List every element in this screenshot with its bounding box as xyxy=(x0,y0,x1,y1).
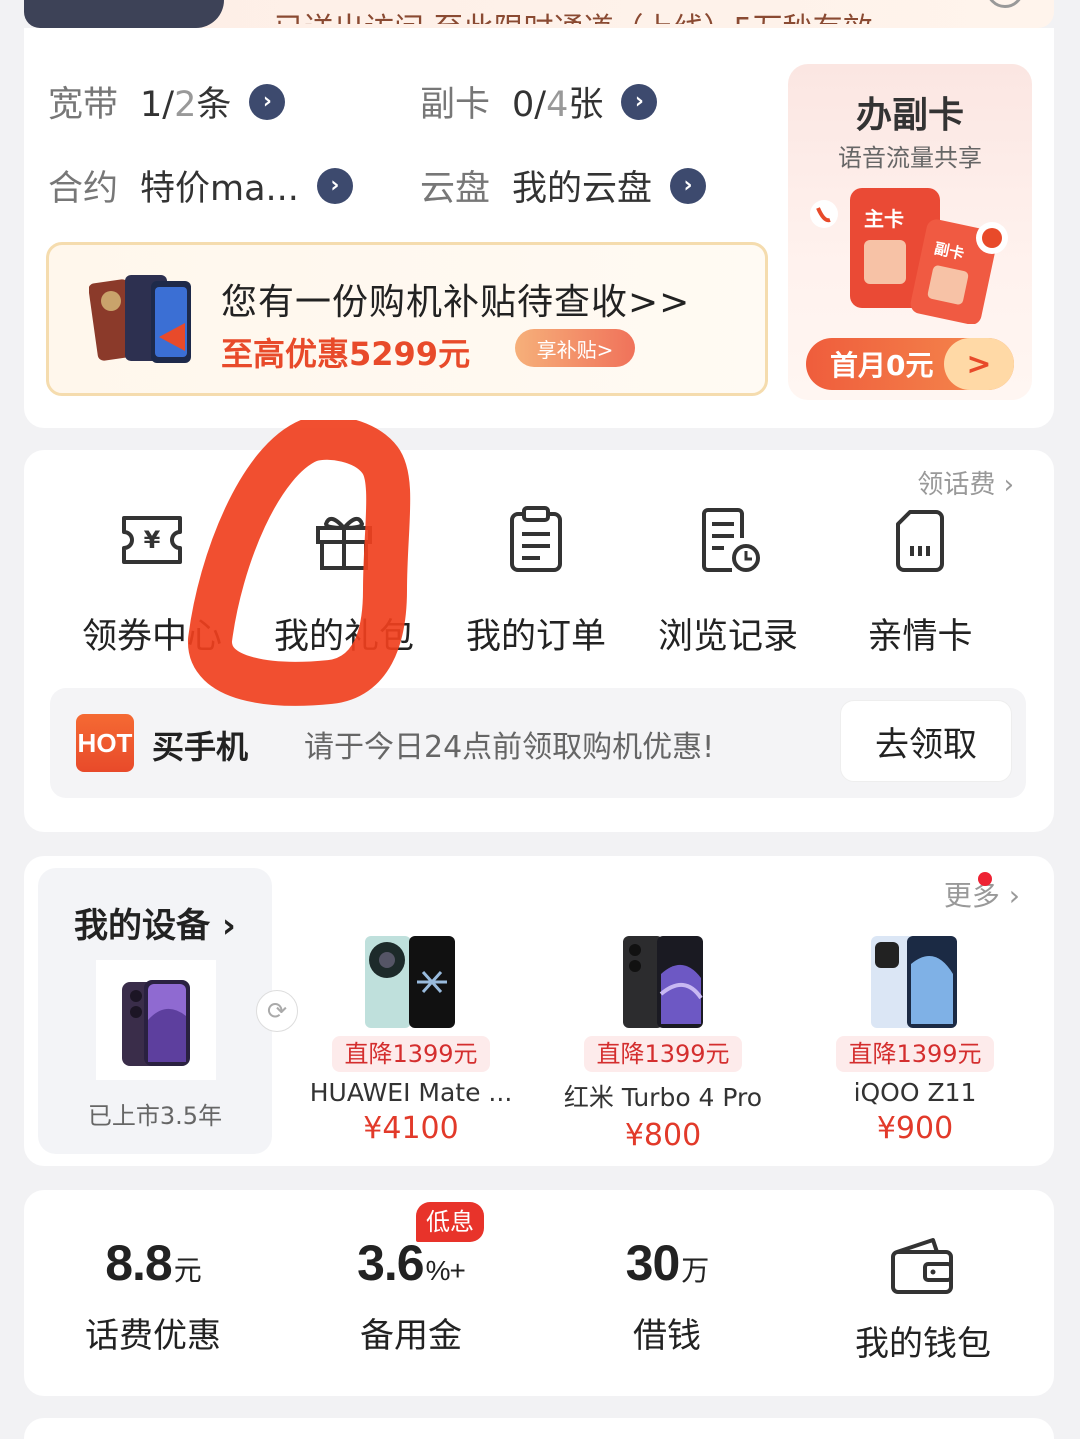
next-card-partial xyxy=(24,1418,1054,1439)
tool-label: 我的礼包 xyxy=(273,617,414,657)
finance-item-reserve[interactable]: 3.6%+ 备用金 xyxy=(286,1234,536,1357)
my-device-title[interactable]: 我的设备 › xyxy=(74,898,236,947)
stat-vice-card[interactable]: 副卡 0/4张 › xyxy=(420,76,658,127)
claim-button[interactable]: 去领取 xyxy=(840,700,1012,782)
stat-value: 我的云盘 xyxy=(512,169,653,209)
tool-label: 浏览记录 xyxy=(657,617,798,657)
wallet-icon xyxy=(891,1238,953,1294)
chevron-right-icon[interactable]: › xyxy=(316,167,353,204)
devices-card: 我的设备 › 已上市3.5年 ⟳ 更多 › 直降1399元 HUAWEI Mat… xyxy=(24,856,1054,1166)
finance-label: 借钱 xyxy=(633,1316,701,1356)
tool-browse-history[interactable]: 浏览记录 xyxy=(638,504,818,659)
gift-icon xyxy=(316,516,372,570)
product-name: 红米 Turbo 4 Pro xyxy=(563,1083,763,1112)
stat-key: 宽带 xyxy=(48,85,119,125)
subsidy-title: 您有一份购机补贴待查收>> xyxy=(221,282,691,323)
finance-value: 3.6%+ xyxy=(357,1235,466,1291)
device-age: 已上市3.5年 xyxy=(87,1102,223,1130)
hot-desc: 请于今日24点前领取购机优惠! xyxy=(304,730,715,765)
product-image xyxy=(871,936,957,1028)
subsidy-banner[interactable]: 您有一份购机补贴待查收>> 至高优惠5299元 享补贴> xyxy=(46,242,768,396)
tool-coupon-center[interactable]: ¥ 领券中心 xyxy=(62,504,242,659)
finance-label: 话费优惠 xyxy=(85,1316,221,1356)
product-card[interactable]: 直降1399元 iQOO Z11 ¥900 xyxy=(790,934,1040,1146)
discount-badge: 直降1399元 xyxy=(332,1036,490,1072)
product-card[interactable]: 直降1399元 HUAWEI Mate ... ¥4100 xyxy=(286,934,536,1146)
tool-family-card[interactable]: 亲情卡 xyxy=(830,504,1010,659)
finance-value: 30万 xyxy=(625,1235,710,1291)
vice-button-arrow: > xyxy=(944,338,1014,390)
banner-tag xyxy=(24,0,224,28)
product-card[interactable]: 直降1399元 红米 Turbo 4 Pro ¥800 xyxy=(538,934,788,1153)
svg-text:¥: ¥ xyxy=(144,526,161,554)
tool-label: 我的订单 xyxy=(465,617,606,657)
notification-dot xyxy=(978,872,992,886)
tool-my-gift[interactable]: 我的礼包 xyxy=(254,504,434,659)
stat-value: 特价ma... xyxy=(140,169,299,209)
stat-broadband[interactable]: 宽带 1/2条 › xyxy=(48,76,286,127)
tool-my-orders[interactable]: 我的订单 xyxy=(446,504,626,659)
finance-label: 备用金 xyxy=(360,1316,462,1356)
hot-phone-bar[interactable]: HOT 买手机 请于今日24点前领取购机优惠! 去领取 xyxy=(50,688,1026,798)
vice-title: 办副卡 xyxy=(855,95,964,136)
my-device-box[interactable]: 我的设备 › 已上市3.5年 xyxy=(38,868,272,1154)
vice-subtitle: 语音流量共享 xyxy=(838,144,982,172)
tools-card: 领话费 › ¥ 领券中心 我的礼包 我的订单 浏览记录 亲情卡 HOT 买手机 … xyxy=(24,450,1054,832)
stat-key: 云盘 xyxy=(420,169,491,209)
main-card-label: 主卡 xyxy=(864,207,904,231)
stat-value: 1/2条 xyxy=(140,85,232,125)
discount-badge: 直降1399元 xyxy=(584,1036,742,1072)
finance-item-bill-discount[interactable]: 8.8元 话费优惠 xyxy=(28,1234,278,1357)
stat-cloud[interactable]: 云盘 我的云盘 › xyxy=(420,160,707,211)
stat-value: 0/4张 xyxy=(512,85,604,125)
tool-label: 亲情卡 xyxy=(867,617,973,657)
top-banner[interactable]: 已送出访问 至此限时通道（上线）5万秒有效... xyxy=(24,0,1054,28)
product-price: ¥4100 xyxy=(363,1111,459,1146)
chevron-right-icon[interactable]: › xyxy=(249,83,286,120)
history-icon xyxy=(702,508,760,572)
discount-badge: 直降1399元 xyxy=(836,1036,994,1072)
product-price: ¥900 xyxy=(876,1111,954,1146)
product-name: iQOO Z11 xyxy=(853,1078,977,1107)
product-price: ¥800 xyxy=(624,1118,702,1153)
tool-label: 领券中心 xyxy=(81,617,222,657)
coupon-icon: ¥ xyxy=(122,516,182,564)
stat-key: 副卡 xyxy=(420,85,491,125)
order-icon xyxy=(510,506,562,572)
hot-badge: HOT xyxy=(76,714,134,772)
finance-item-wallet[interactable]: 我的钱包 xyxy=(798,1234,1048,1365)
product-image xyxy=(365,936,455,1028)
chevron-right-icon[interactable]: › xyxy=(670,167,707,204)
finance-value: 8.8元 xyxy=(105,1235,202,1291)
phones-image xyxy=(89,275,191,363)
product-name: HUAWEI Mate ... xyxy=(309,1078,513,1107)
my-device-image xyxy=(96,960,216,1080)
subsidy-desc: 至高优惠5299元 xyxy=(221,335,471,373)
account-card: 宽带 1/2条 › 副卡 0/4张 › 合约 特价ma... › 云盘 我的云盘… xyxy=(24,28,1054,428)
product-image xyxy=(623,936,703,1028)
vice-button-label: 首月0元 xyxy=(830,349,934,382)
banner-circle-icon[interactable] xyxy=(986,0,1024,8)
sim-cards-illustration: 主卡 副卡 xyxy=(810,188,1008,324)
get-credit-link[interactable]: 领话费 › xyxy=(917,464,1014,501)
hot-title: 买手机 xyxy=(152,728,249,766)
banner-text: 已送出访问 至此限时通道（上线）5万秒有效... xyxy=(274,4,901,24)
more-link[interactable]: 更多 › xyxy=(944,872,1020,914)
sim-card-icon xyxy=(896,510,944,572)
stat-key: 合约 xyxy=(48,169,119,209)
vice-card-button[interactable]: 首月0元 > xyxy=(806,338,1014,390)
chevron-right-icon[interactable]: › xyxy=(621,83,658,120)
finance-item-loan[interactable]: 30万 借钱 xyxy=(542,1234,792,1357)
finance-label: 我的钱包 xyxy=(855,1324,991,1364)
stat-contract[interactable]: 合约 特价ma... › xyxy=(48,160,353,211)
vice-card-promo[interactable]: 办副卡 语音流量共享 主卡 副卡 首月0元 > xyxy=(788,64,1032,400)
claim-subsidy-button[interactable]: 享补贴> xyxy=(515,329,635,367)
finance-card: 低息 8.8元 话费优惠 3.6%+ 备用金 30万 借钱 我的钱包 xyxy=(24,1190,1054,1396)
